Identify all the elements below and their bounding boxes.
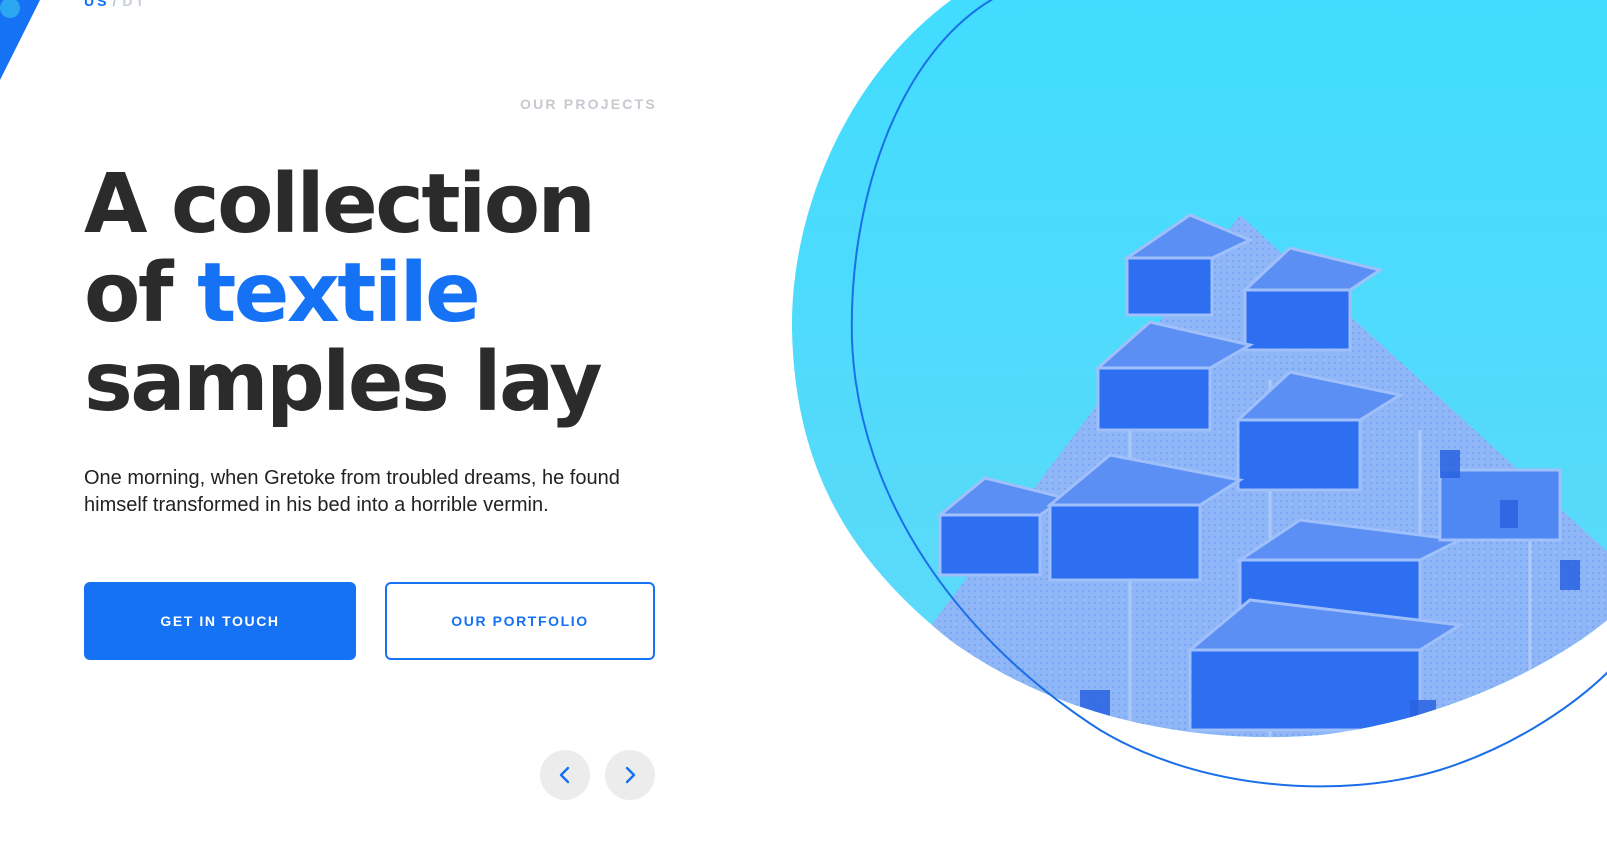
hero-title-accent: textile: [197, 246, 481, 341]
chevron-left-icon: [559, 766, 570, 784]
slider-prev-button[interactable]: [540, 750, 590, 800]
logo-icon: [0, 0, 40, 80]
chevron-right-icon: [625, 766, 636, 784]
language-switcher[interactable]: US / DT: [84, 0, 147, 9]
hero-title-line3: samples lay: [84, 335, 603, 430]
lang-option-inactive[interactable]: DT: [122, 0, 147, 9]
our-portfolio-button[interactable]: OUR PORTFOLIO: [385, 582, 655, 660]
get-in-touch-button[interactable]: GET IN TOUCH: [84, 582, 356, 660]
hero-title-line2-prefix: of: [84, 246, 198, 341]
slider-next-button[interactable]: [605, 750, 655, 800]
section-eyebrow: OUR PROJECTS: [520, 96, 657, 112]
hero-image: [791, 0, 1607, 788]
lang-option-active[interactable]: US: [84, 0, 109, 9]
hero-title-line1: A collection: [84, 157, 596, 252]
lang-separator: /: [112, 0, 120, 9]
hero-description: One morning, when Gretoke from troubled …: [84, 467, 620, 516]
hero-title: A collection of textile samples lay: [84, 157, 603, 430]
